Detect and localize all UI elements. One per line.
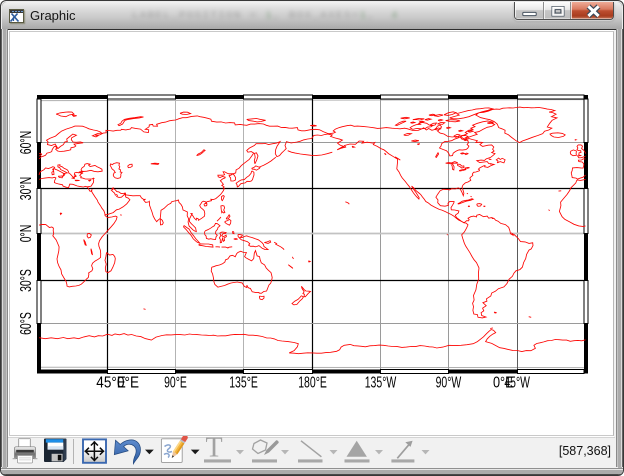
svg-text:90°E: 90°E xyxy=(164,374,187,391)
svg-text:135°W: 135°W xyxy=(365,374,397,391)
svg-text:0°N: 0°N xyxy=(18,225,35,243)
svg-text:T: T xyxy=(206,436,223,464)
svg-text:60°N: 60°N xyxy=(18,131,35,154)
svg-text:90°W: 90°W xyxy=(436,374,462,391)
svg-text:180°E: 180°E xyxy=(298,374,327,391)
svg-text:0°E: 0°E xyxy=(117,374,139,391)
svg-text:60°S: 60°S xyxy=(18,312,35,335)
svg-text:135°E: 135°E xyxy=(229,374,258,391)
svg-text:30°S: 30°S xyxy=(18,269,35,292)
svg-text:30°N: 30°N xyxy=(18,177,35,200)
svg-text:0°E: 0°E xyxy=(493,374,514,391)
